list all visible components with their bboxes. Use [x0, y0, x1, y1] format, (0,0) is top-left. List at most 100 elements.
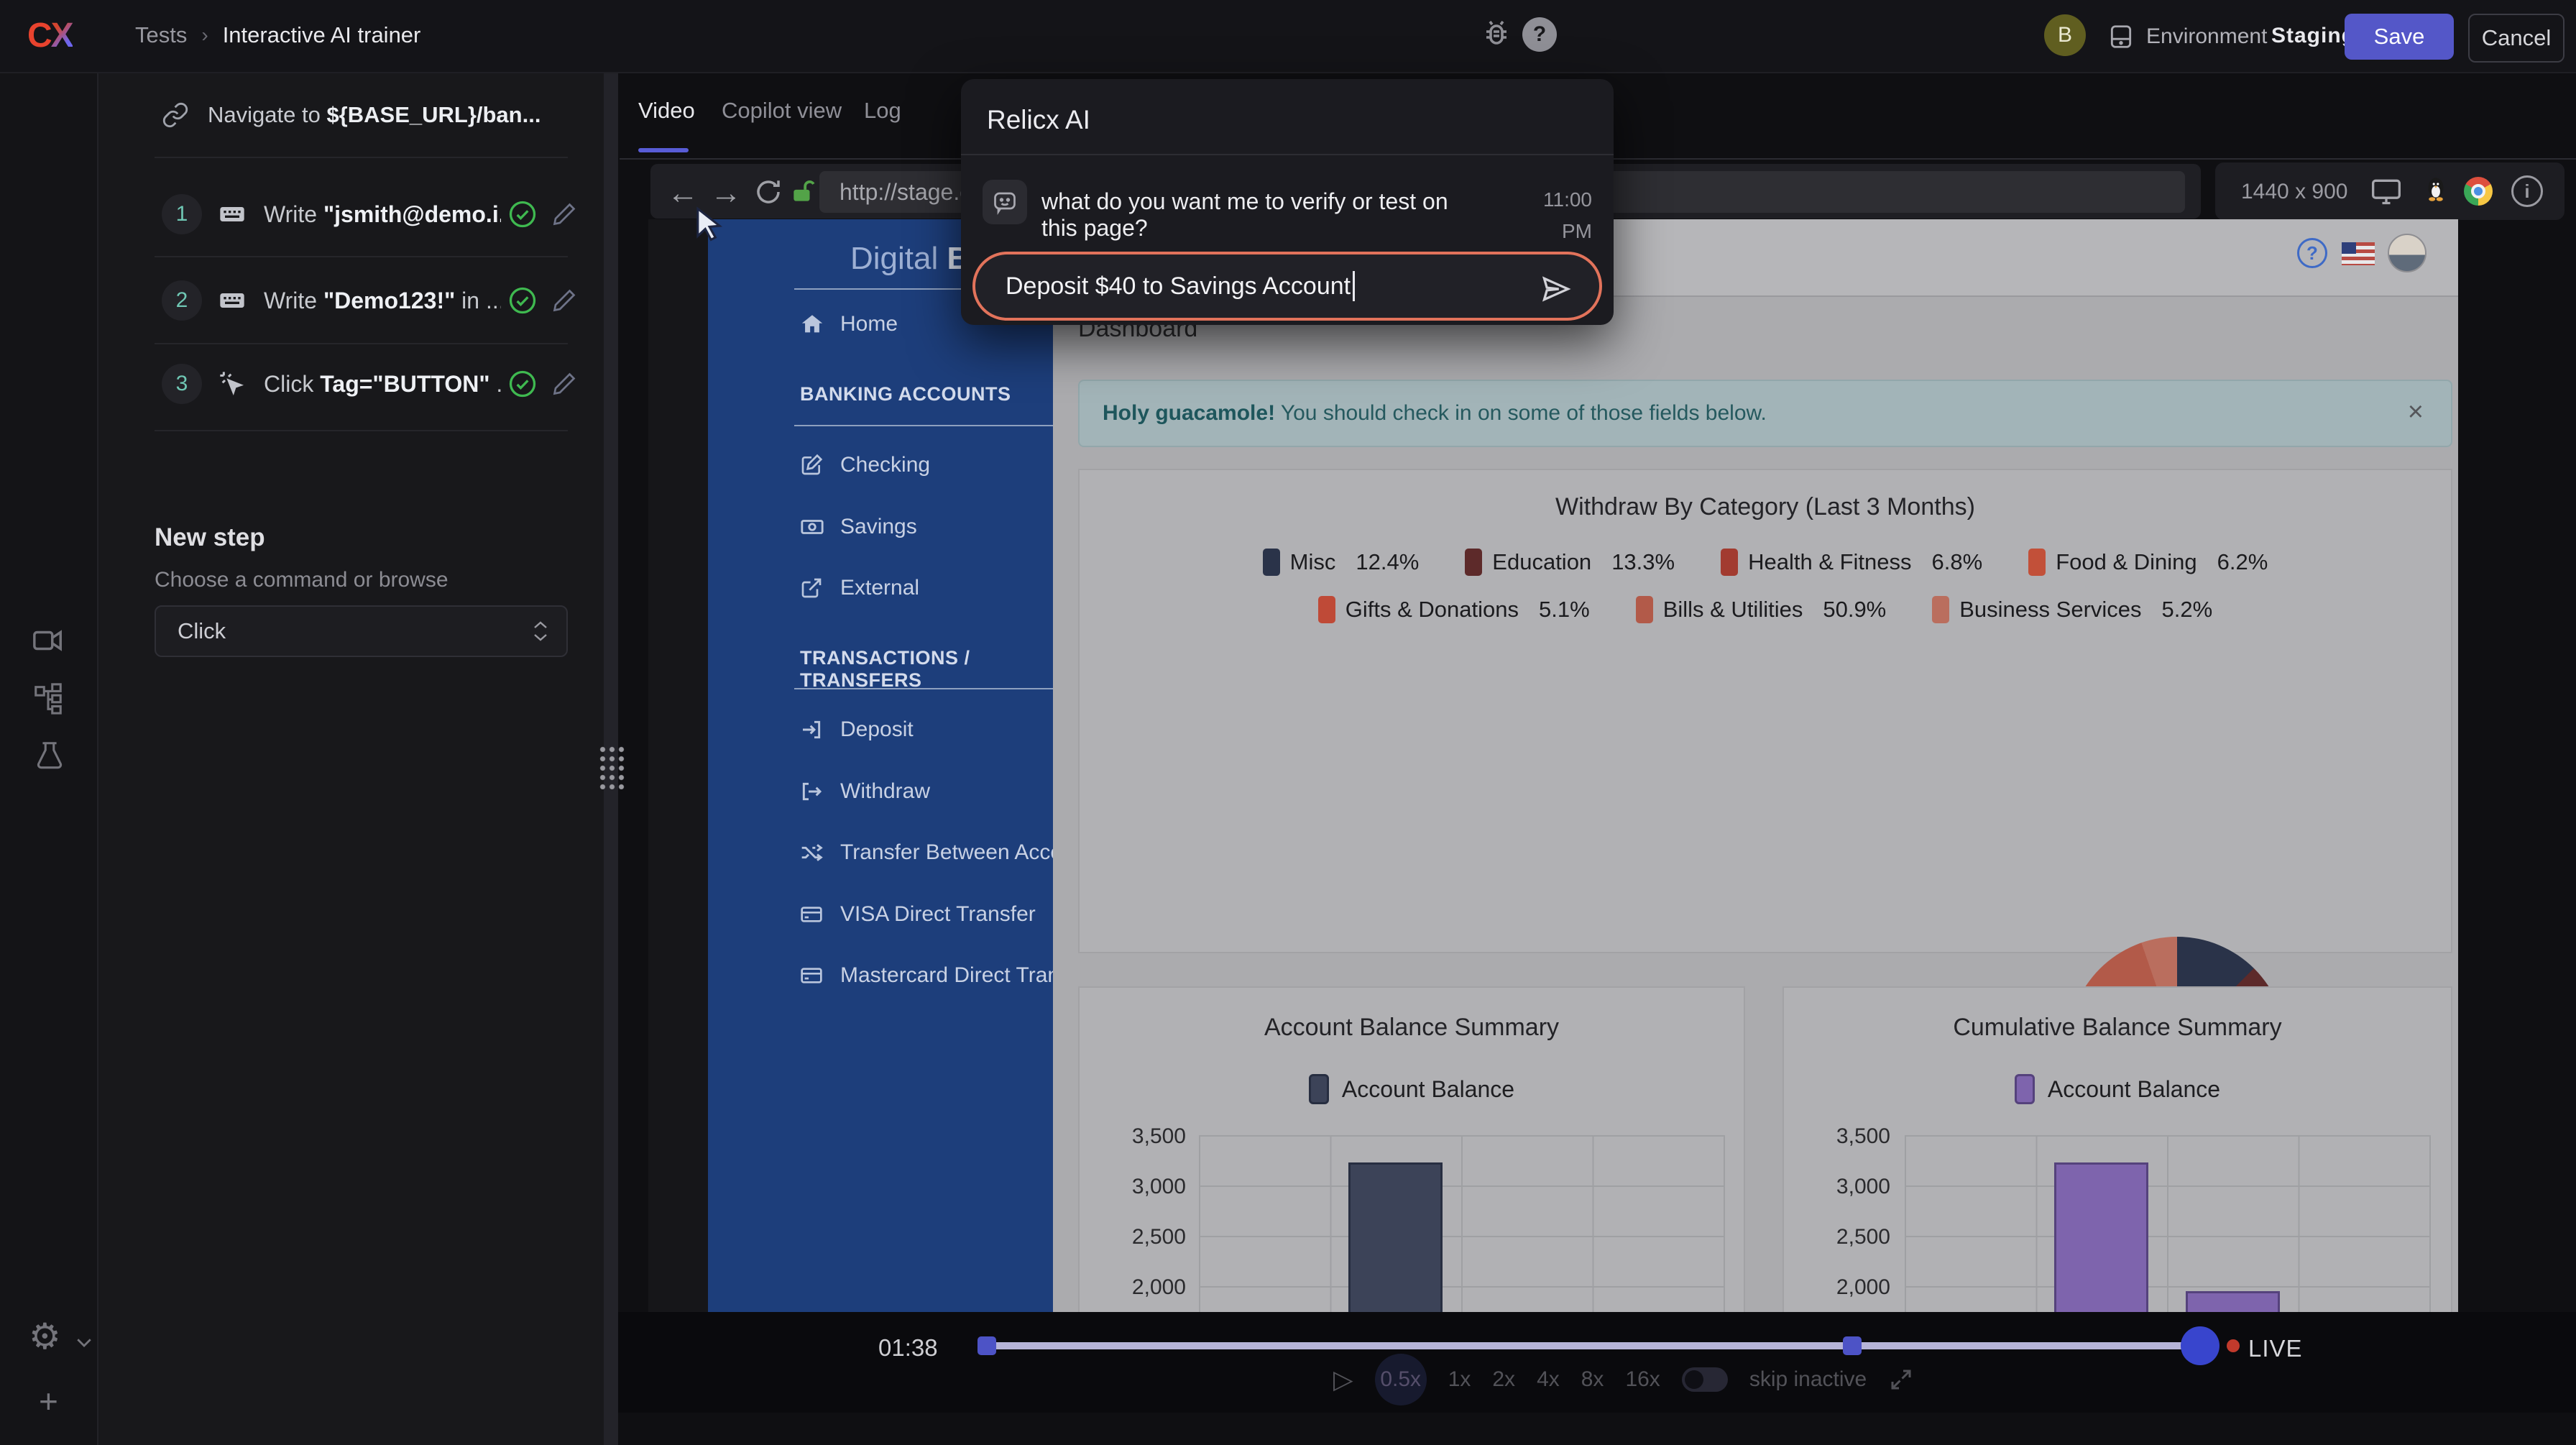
pie-legend-item[interactable]: Business Services5.2% [1932, 596, 2212, 623]
legend-percent: 6.2% [2217, 549, 2268, 575]
fullscreen-icon[interactable] [1888, 1367, 1914, 1393]
site-help-icon[interactable]: ? [2297, 238, 2327, 268]
user-avatar[interactable]: B [2044, 14, 2086, 56]
step-row-3[interactable]: 3 Click Tag="BUTTON" ... [162, 361, 586, 407]
app-logo[interactable]: CX [27, 16, 73, 55]
browser-reload-icon[interactable] [753, 177, 783, 207]
click-cursor-icon [218, 370, 247, 398]
splitter-drag-handle-icon[interactable] [598, 745, 625, 789]
shuffle-icon [800, 841, 840, 864]
send-icon[interactable] [1540, 273, 1572, 305]
bar-plot [1199, 1135, 1725, 1312]
legend-label: Gifts & Donations [1346, 597, 1519, 623]
legend-percent: 13.3% [1611, 549, 1675, 575]
pie-legend-item[interactable]: Education13.3% [1465, 549, 1675, 576]
chrome-icon[interactable] [2464, 177, 2493, 206]
us-flag-icon[interactable] [2342, 242, 2375, 265]
divider [155, 157, 568, 158]
bank-nav-label: Home [840, 312, 898, 336]
dialog-title: Relicx AI [987, 105, 1090, 135]
environment-icon [2107, 23, 2135, 50]
bar-chart-title: Cumulative Balance Summary [1784, 1014, 2451, 1042]
external-link-icon [800, 577, 840, 600]
legend-label: Misc [1290, 549, 1336, 575]
app-screen: CX Tests › Interactive AI trainer ? B En… [0, 0, 2576, 1445]
play-icon[interactable]: ▷ [1333, 1364, 1353, 1395]
ai-message: what do you want me to verify or test on… [1041, 188, 1487, 242]
pie-legend-item[interactable]: Food & Dining6.2% [2028, 549, 2268, 576]
help-icon[interactable]: ? [1522, 17, 1557, 52]
step-label: Write "Demo123!" in ... [264, 288, 501, 314]
alert-close-icon[interactable]: × [2408, 398, 2424, 426]
pie-legend-row-2: Gifts & Donations5.1% Bills & Utilities50… [1080, 596, 2451, 623]
pie-legend-item[interactable]: Misc 12.4% [1263, 549, 1420, 576]
breadcrumb-tests[interactable]: Tests [135, 22, 187, 48]
video-viewport[interactable]: Digital Bank Home BANKING ACCOUNTS Check… [648, 219, 2458, 1312]
legend-swatch [1465, 549, 1482, 576]
environment-value[interactable]: Staging [2271, 24, 2355, 48]
info-icon[interactable]: i [2511, 175, 2543, 207]
legend-percent: 12.4% [1356, 549, 1419, 575]
divider [155, 430, 568, 431]
legend-swatch [1318, 596, 1335, 623]
speed-option[interactable]: 8x [1581, 1367, 1604, 1392]
cancel-button[interactable]: Cancel [2468, 14, 2564, 63]
speed-option[interactable]: 16x [1625, 1367, 1660, 1392]
mouse-cursor-icon [690, 206, 727, 243]
step-number: 3 [162, 364, 202, 404]
tab-video[interactable]: Video [638, 98, 695, 124]
monitor-icon[interactable] [2370, 175, 2402, 207]
pie-legend-item[interactable]: Health & Fitness6.8% [1721, 549, 1982, 576]
bar-chart-legend[interactable]: Account Balance [1080, 1074, 1744, 1104]
flask-icon[interactable] [33, 739, 66, 772]
legend-label: Account Balance [2048, 1076, 2220, 1103]
settings-gear-icon[interactable]: ⚙ [29, 1316, 61, 1357]
linux-icon[interactable] [2421, 174, 2451, 204]
pie-legend-item[interactable]: Gifts & Donations5.1% [1318, 596, 1590, 623]
alert-text: Holy guacamole! You should check in on s… [1103, 401, 1767, 426]
divider [794, 688, 1096, 689]
command-select[interactable]: Click [155, 605, 568, 657]
site-user-avatar[interactable] [2388, 234, 2426, 272]
ai-prompt-input[interactable]: Deposit $40 to Savings Account [972, 252, 1602, 321]
edit-step-icon[interactable] [551, 288, 577, 313]
credit-card-icon [800, 964, 840, 987]
flow-tree-icon[interactable] [32, 682, 65, 715]
edit-step-icon[interactable] [551, 201, 577, 227]
bank-site-content: ? Dashboard Holy guacamole! You should c… [1053, 219, 2458, 1312]
legend-swatch [2015, 1074, 2035, 1104]
speed-option-active[interactable]: 0.5x [1375, 1354, 1427, 1405]
pie-legend-row-1: Misc 12.4% Education13.3% Health & Fitness6… [1080, 549, 2451, 576]
tab-copilot-view[interactable]: Copilot view [722, 98, 842, 124]
step-label: Write "jsmith@demo.i... [264, 201, 501, 228]
chevron-down-icon[interactable] [73, 1331, 95, 1353]
pie-chart-title: Withdraw By Category (Last 3 Months) [1080, 493, 2451, 521]
video-camera-icon[interactable] [32, 624, 65, 657]
bug-icon[interactable] [1479, 17, 1514, 52]
step-label: Click Tag="BUTTON" ... [264, 371, 501, 398]
seek-track[interactable] [983, 1342, 2214, 1349]
bar-chart-legend[interactable]: Account Balance [1784, 1074, 2451, 1104]
resolution-label[interactable]: 1440 x 900 [2241, 180, 2347, 204]
seek-knob[interactable] [2181, 1326, 2220, 1365]
seek-marker-start[interactable] [978, 1336, 996, 1355]
pie-legend-item[interactable]: Bills & Utilities50.9% [1636, 596, 1887, 623]
navigate-step-label: Navigate to ${BASE_URL}/ban... [208, 102, 540, 128]
speed-option[interactable]: 1x [1448, 1367, 1471, 1392]
save-button[interactable]: Save [2345, 14, 2454, 60]
tab-log[interactable]: Log [864, 98, 901, 124]
speed-option[interactable]: 2x [1492, 1367, 1515, 1392]
step-row-1[interactable]: 1 Write "jsmith@demo.i... [162, 191, 586, 237]
navigate-step[interactable]: Navigate to ${BASE_URL}/ban... [162, 92, 579, 138]
legend-swatch [2028, 549, 2046, 576]
divider [155, 343, 568, 344]
cumulative-balance-card: Cumulative Balance Summary Account Balan… [1782, 986, 2452, 1312]
bank-nav-label: Withdraw [840, 779, 930, 804]
add-icon[interactable]: + [39, 1382, 58, 1421]
step-success-icon [507, 285, 538, 316]
step-success-icon [507, 368, 538, 400]
speed-option[interactable]: 4x [1537, 1367, 1560, 1392]
edit-step-icon[interactable] [551, 371, 577, 397]
skip-inactive-toggle[interactable] [1682, 1367, 1728, 1392]
step-row-2[interactable]: 2 Write "Demo123!" in ... [162, 277, 586, 324]
